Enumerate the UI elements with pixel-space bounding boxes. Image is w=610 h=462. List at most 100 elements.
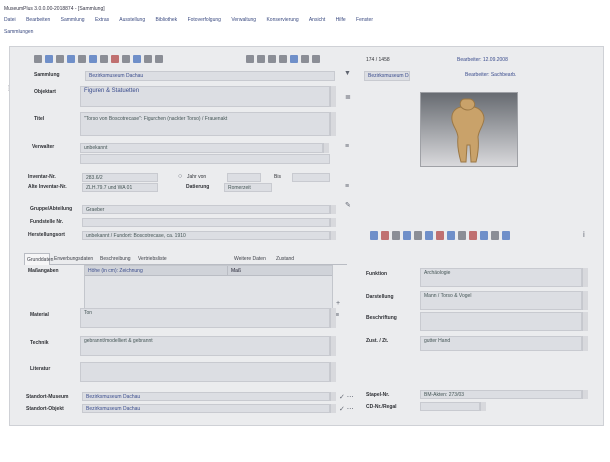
- save-icon[interactable]: [45, 55, 53, 63]
- delete-icon[interactable]: [56, 55, 64, 63]
- image-grid-icon[interactable]: [502, 231, 510, 240]
- objektart-field[interactable]: Figuren & Statuetten: [80, 86, 330, 107]
- link-icon[interactable]: [301, 55, 309, 63]
- gruppe-field[interactable]: Graeber: [82, 205, 330, 214]
- funktion-scrollbar[interactable]: [582, 268, 588, 287]
- image-info-icon[interactable]: [392, 231, 400, 240]
- inventar-nr-field[interactable]: 283.6/2: [82, 173, 158, 182]
- massangaben-col-1[interactable]: Höhe (in cm): Zeichnung: [85, 266, 227, 276]
- gruppe-scrollbar[interactable]: [330, 205, 336, 214]
- material-scrollbar[interactable]: [330, 308, 336, 328]
- verwalter-dropdown[interactable]: [323, 143, 329, 153]
- standort-objekt-field[interactable]: Bezirksmuseum Dachau: [82, 404, 330, 413]
- image-copy-icon[interactable]: [403, 231, 411, 240]
- menu-ausstellung[interactable]: Ausstellung: [119, 17, 145, 23]
- image-delete-icon[interactable]: [381, 231, 389, 240]
- pin-icon[interactable]: ▼: [344, 70, 351, 77]
- tab-vertriebsliste[interactable]: Vertriebsliste: [136, 253, 190, 265]
- table-add-icon[interactable]: +: [336, 300, 340, 307]
- standort-objekt-check-icon[interactable]: ✓ ⋯: [339, 405, 354, 413]
- image-rotate-icon[interactable]: [458, 231, 466, 240]
- technik-scrollbar[interactable]: [330, 336, 336, 356]
- datierung-field[interactable]: Romerzeit: [224, 183, 272, 192]
- object-photo[interactable]: [420, 92, 518, 167]
- menu-fotoverfolgung[interactable]: Fotoverfolgung: [188, 17, 221, 23]
- massangaben-col-2[interactable]: Maß: [227, 266, 332, 276]
- paste-icon[interactable]: [100, 55, 108, 63]
- tab-erwerbungsdaten[interactable]: Erwerbungsdaten: [52, 253, 96, 265]
- jahr-von-field[interactable]: [227, 173, 261, 182]
- search-icon[interactable]: [78, 55, 86, 63]
- material-field[interactable]: Ton: [80, 308, 330, 328]
- image-new-icon[interactable]: [370, 231, 378, 240]
- export-icon[interactable]: [144, 55, 152, 63]
- titel-scrollbar[interactable]: [330, 112, 336, 136]
- darstellung-field[interactable]: Mann / Torso & Vogel: [420, 291, 582, 310]
- bis-field[interactable]: [292, 173, 330, 182]
- standort-objekt-scrollbar[interactable]: [330, 404, 336, 413]
- previous-record-icon[interactable]: [257, 55, 265, 63]
- stapel-nr-field[interactable]: BM-Akten: 273/03: [420, 390, 582, 399]
- image-icon[interactable]: [290, 55, 298, 63]
- menu-bibliothek[interactable]: Bibliothek: [156, 17, 178, 23]
- objektart-scrollbar[interactable]: [330, 86, 336, 107]
- menu-fenster[interactable]: Fenster: [356, 17, 373, 23]
- herstellungsort-scrollbar[interactable]: [330, 231, 336, 240]
- stapel-nr-dropdown[interactable]: [582, 390, 588, 399]
- menu-sammlung[interactable]: Sammlung: [61, 17, 85, 23]
- technik-field[interactable]: gebrannt/modelliert & gebrannt: [80, 336, 330, 356]
- menu-konservierung[interactable]: Konservierung: [266, 17, 298, 23]
- menu-verwaltung[interactable]: Verwaltung: [231, 17, 256, 23]
- last-record-icon[interactable]: [279, 55, 287, 63]
- copy-icon[interactable]: [89, 55, 97, 63]
- beschriftung-scrollbar[interactable]: [582, 312, 588, 331]
- image-remove-icon[interactable]: [436, 231, 444, 240]
- beschriftung-field[interactable]: [420, 312, 582, 331]
- literatur-scrollbar[interactable]: [330, 362, 336, 382]
- menu-bearbeiten[interactable]: Bearbeiten: [26, 17, 50, 23]
- cd-nr-dropdown[interactable]: [480, 402, 486, 411]
- sammlung-field[interactable]: Bezirksmuseum Dachau: [85, 71, 335, 81]
- first-record-icon[interactable]: [246, 55, 254, 63]
- gruppe-edit-icon[interactable]: ✎: [345, 201, 351, 209]
- menu-extras[interactable]: Extras: [95, 17, 109, 23]
- menu-ansicht[interactable]: Ansicht: [309, 17, 325, 23]
- cd-nr-field[interactable]: [420, 402, 480, 411]
- info-icon[interactable]: i: [583, 230, 585, 239]
- image-flag-icon[interactable]: [469, 231, 477, 240]
- image-list-icon[interactable]: [491, 231, 499, 240]
- verwalter-lookup-icon[interactable]: ≡: [345, 143, 349, 150]
- delete-record-icon[interactable]: [111, 55, 119, 63]
- datierung-lookup-icon[interactable]: ≡: [345, 183, 349, 190]
- tab-weitere-daten[interactable]: Weitere Daten: [232, 253, 272, 265]
- verwalter-field[interactable]: unbekannt: [80, 143, 323, 153]
- image-move-icon[interactable]: [414, 231, 422, 240]
- attach-icon[interactable]: [312, 55, 320, 63]
- sammlung-right-field[interactable]: Bezirksmuseum Dachau: [364, 71, 410, 81]
- tab-grunddaten[interactable]: Grunddaten: [24, 253, 53, 265]
- menu-datei[interactable]: Datei: [4, 17, 16, 23]
- verwalter-extra-field[interactable]: [80, 154, 330, 164]
- titel-field[interactable]: "Torso von Boscotrecase": Figurchen (nac…: [80, 112, 330, 136]
- darstellung-scrollbar[interactable]: [582, 291, 588, 310]
- standort-museum-scrollbar[interactable]: [330, 392, 336, 401]
- funktion-field[interactable]: Archäologie: [420, 268, 582, 287]
- zustand-field[interactable]: gutter Hand: [420, 336, 582, 351]
- print-icon[interactable]: [67, 55, 75, 63]
- image-link-icon[interactable]: [480, 231, 488, 240]
- fundstelle-scrollbar[interactable]: [330, 218, 336, 227]
- tab-zustand[interactable]: Zustand: [274, 253, 304, 265]
- sort-icon[interactable]: [133, 55, 141, 63]
- image-zoom-icon[interactable]: [425, 231, 433, 240]
- herstellungsort-field[interactable]: unbekannt / Fundort: Boscotrecase, ca. 1…: [82, 231, 330, 240]
- list-icon[interactable]: [155, 55, 163, 63]
- new-icon[interactable]: [34, 55, 42, 63]
- next-record-icon[interactable]: [268, 55, 276, 63]
- standort-museum-check-icon[interactable]: ✓ ⋯: [339, 393, 354, 401]
- menu-hilfe[interactable]: Hilfe: [336, 17, 346, 23]
- objektart-lookup-icon[interactable]: ≣: [345, 93, 351, 101]
- jahr-selector-icon[interactable]: ○: [178, 173, 182, 180]
- sammlungen-link[interactable]: Sammlungen: [4, 29, 33, 35]
- fundstelle-field[interactable]: [82, 218, 330, 227]
- zustand-scrollbar[interactable]: [582, 336, 588, 351]
